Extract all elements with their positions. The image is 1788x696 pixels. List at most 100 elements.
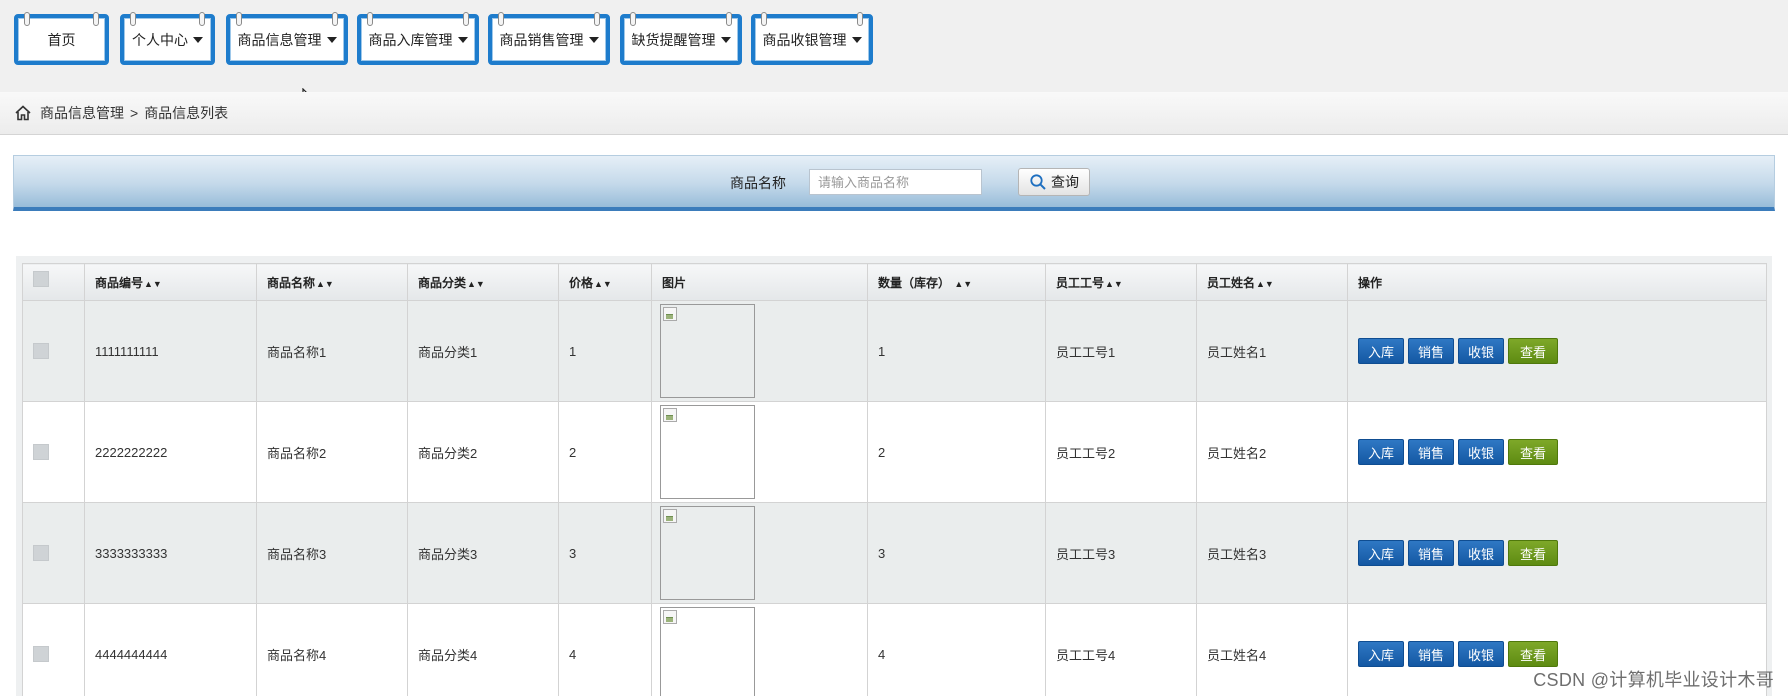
search-icon <box>1030 174 1046 190</box>
home-icon[interactable] <box>14 104 32 122</box>
checkout-button[interactable]: 收银 <box>1458 641 1504 667</box>
binder-ring-icon <box>93 12 99 26</box>
sort-icon: ▲▼ <box>144 278 162 289</box>
search-input[interactable] <box>809 169 982 195</box>
binder-ring-icon <box>498 12 504 26</box>
cell-name: 商品名称3 <box>256 502 408 604</box>
stock-in-button[interactable]: 入库 <box>1358 439 1404 465</box>
cell-quantity: 4 <box>867 603 1046 696</box>
cell-name: 商品名称4 <box>256 603 408 696</box>
cell-staff-name: 员工姓名3 <box>1196 502 1348 604</box>
watermark: CSDN @计算机毕业设计木哥 <box>1533 670 1774 690</box>
cell-price: 1 <box>558 300 652 402</box>
nav-product-info[interactable]: 商品信息管理 <box>226 12 348 65</box>
cell-code: 3333333333 <box>84 502 257 604</box>
nav-label: 商品销售管理 <box>499 31 584 48</box>
stock-in-button[interactable]: 入库 <box>1358 338 1404 364</box>
broken-image-icon <box>663 408 677 422</box>
nav-label: 个人中心 <box>132 31 188 48</box>
breadcrumb-separator: > <box>130 105 139 121</box>
nav-checkout[interactable]: 商品收银管理 <box>751 12 873 65</box>
row-checkbox[interactable] <box>33 646 49 663</box>
cell-name: 商品名称2 <box>256 401 408 503</box>
checkout-button[interactable]: 收银 <box>1458 439 1504 465</box>
checkout-button[interactable]: 收银 <box>1458 540 1504 566</box>
cell-staff-no: 员工工号4 <box>1045 603 1197 696</box>
nav-stock-in[interactable]: 商品入库管理 <box>357 12 479 65</box>
nav-sales[interactable]: 商品销售管理 <box>488 12 610 65</box>
cell-image <box>651 502 868 604</box>
product-image[interactable] <box>660 506 755 600</box>
column-header-code[interactable]: 商品编号▲▼ <box>84 263 257 301</box>
nav-home[interactable]: 首页 <box>14 12 109 65</box>
product-image[interactable] <box>660 607 755 696</box>
sort-icon: ▲▼ <box>316 278 334 289</box>
column-header-name[interactable]: 商品名称▲▼ <box>256 263 408 301</box>
column-header-price[interactable]: 价格▲▼ <box>558 263 652 301</box>
sell-button[interactable]: 销售 <box>1408 641 1454 667</box>
cell-category: 商品分类3 <box>407 502 559 604</box>
breadcrumb: 商品信息管理 > 商品信息列表 <box>0 92 1788 135</box>
cell-price: 3 <box>558 502 652 604</box>
cell-staff-name: 员工姓名1 <box>1196 300 1348 402</box>
row-select-cell <box>22 401 85 503</box>
cell-name: 商品名称1 <box>256 300 408 402</box>
cell-staff-name: 员工姓名4 <box>1196 603 1348 696</box>
checkout-button[interactable]: 收银 <box>1458 338 1504 364</box>
caret-down-icon <box>720 36 731 43</box>
nav-label: 缺货提醒管理 <box>631 31 716 48</box>
breadcrumb-current-page: 商品信息列表 <box>144 105 229 121</box>
nav-shortage-alert[interactable]: 缺货提醒管理 <box>620 12 742 65</box>
caret-down-icon <box>588 36 599 43</box>
stock-in-button[interactable]: 入库 <box>1358 641 1404 667</box>
sell-button[interactable]: 销售 <box>1408 540 1454 566</box>
column-header-staff-name[interactable]: 员工姓名▲▼ <box>1196 263 1348 301</box>
binder-ring-icon <box>199 12 205 26</box>
binder-ring-icon <box>726 12 732 26</box>
cell-category: 商品分类1 <box>407 300 559 402</box>
nav-label: 商品信息管理 <box>237 31 322 48</box>
product-image[interactable] <box>660 304 755 398</box>
sort-icon: ▲▼ <box>467 278 485 289</box>
sort-icon: ▲▼ <box>1105 278 1123 289</box>
binder-ring-icon <box>857 12 863 26</box>
cell-category: 商品分类2 <box>407 401 559 503</box>
search-button[interactable]: 查询 <box>1018 168 1090 196</box>
caret-down-icon <box>851 36 862 43</box>
row-checkbox[interactable] <box>33 545 49 562</box>
broken-image-icon <box>663 307 677 321</box>
column-header-staff-no[interactable]: 员工工号▲▼ <box>1045 263 1197 301</box>
view-button[interactable]: 查看 <box>1508 641 1558 667</box>
cell-category: 商品分类4 <box>407 603 559 696</box>
cell-image <box>651 300 868 402</box>
column-header-category[interactable]: 商品分类▲▼ <box>407 263 559 301</box>
cell-code: 1111111111 <box>84 300 257 402</box>
view-button[interactable]: 查看 <box>1508 338 1558 364</box>
row-checkbox[interactable] <box>33 343 49 360</box>
sell-button[interactable]: 销售 <box>1408 338 1454 364</box>
broken-image-icon <box>663 509 677 523</box>
nav-personal-center[interactable]: 个人中心 <box>120 12 215 65</box>
caret-down-icon <box>326 36 337 43</box>
cell-staff-no: 员工工号3 <box>1045 502 1197 604</box>
stock-in-button[interactable]: 入库 <box>1358 540 1404 566</box>
cell-quantity: 3 <box>867 502 1046 604</box>
breadcrumb-section[interactable]: 商品信息管理 <box>40 103 124 123</box>
table-header-row: 商品编号▲▼ 商品名称▲▼ 商品分类▲▼ 价格▲▼ 图片 数量（库存） ▲▼ 员… <box>22 263 1767 301</box>
nav-label: 首页 <box>47 31 76 48</box>
column-header-quantity[interactable]: 数量（库存） ▲▼ <box>867 263 1046 301</box>
binder-ring-icon <box>24 12 30 26</box>
product-image[interactable] <box>660 405 755 499</box>
view-button[interactable]: 查看 <box>1508 540 1558 566</box>
cell-actions: 入库 销售 收银 查看 <box>1347 502 1767 604</box>
binder-ring-icon <box>630 12 636 26</box>
view-button[interactable]: 查看 <box>1508 439 1558 465</box>
select-all-checkbox[interactable] <box>33 270 49 287</box>
binder-ring-icon <box>236 12 242 26</box>
table-row: 2222222222 商品名称2 商品分类2 2 2 员工工号2 员工姓名2 入… <box>22 401 1767 503</box>
sell-button[interactable]: 销售 <box>1408 439 1454 465</box>
cell-price: 2 <box>558 401 652 503</box>
binder-ring-icon <box>594 12 600 26</box>
row-checkbox[interactable] <box>33 444 49 461</box>
row-select-cell <box>22 603 85 696</box>
